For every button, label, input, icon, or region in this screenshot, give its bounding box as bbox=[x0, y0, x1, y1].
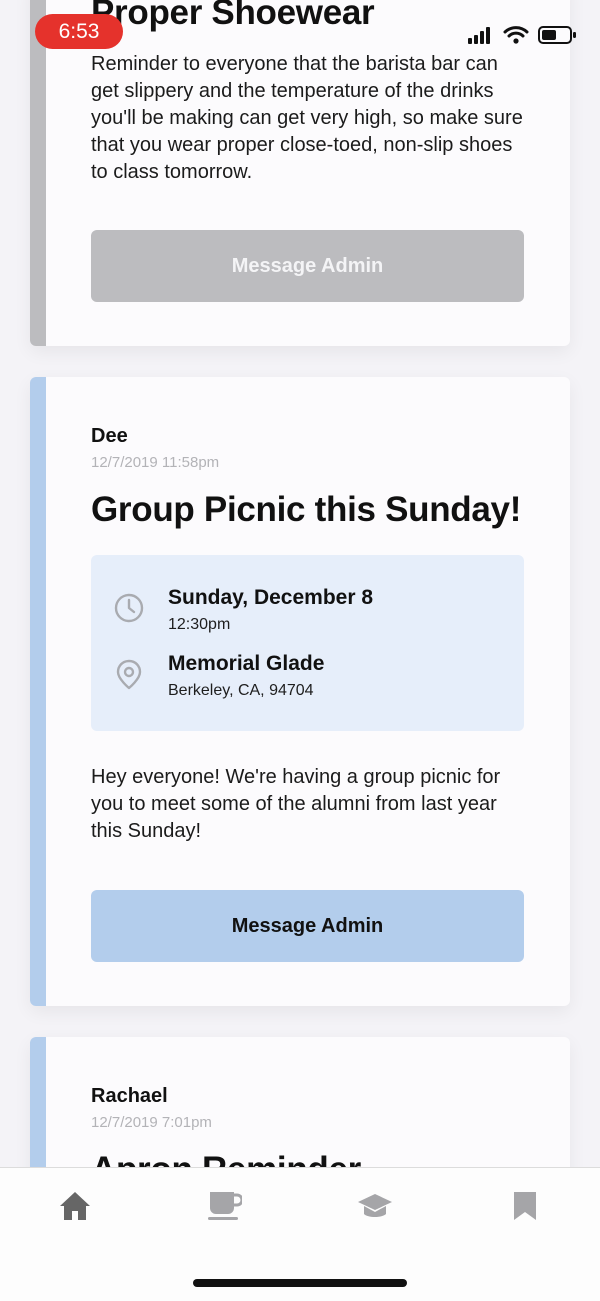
post-accent-stripe bbox=[30, 377, 46, 1006]
tab-home[interactable] bbox=[55, 1186, 95, 1226]
post-card: Proper Shoewear Reminder to everyone tha… bbox=[30, 0, 570, 346]
post-card: Dee 12/7/2019 11:58pm Group Picnic this … bbox=[30, 377, 570, 1006]
post-title: Proper Shoewear bbox=[91, 0, 375, 32]
event-location-row: Memorial Glade Berkeley, CA, 94704 bbox=[91, 652, 524, 708]
event-location-address: Berkeley, CA, 94704 bbox=[168, 682, 314, 699]
event-time: 12:30pm bbox=[168, 616, 231, 633]
post-timestamp: 12/7/2019 7:01pm bbox=[91, 1114, 212, 1131]
status-icons bbox=[468, 26, 576, 44]
tab-bookmarks[interactable] bbox=[505, 1186, 545, 1226]
wifi-icon bbox=[503, 26, 529, 44]
message-admin-button[interactable]: Message Admin bbox=[91, 890, 524, 962]
post-author: Rachael bbox=[91, 1085, 168, 1107]
status-time: 6:53 bbox=[35, 14, 123, 49]
event-details: Sunday, December 8 12:30pm Memorial Glad… bbox=[91, 555, 524, 731]
post-body: Hey everyone! We're having a group picni… bbox=[91, 766, 501, 842]
location-pin-icon bbox=[116, 659, 142, 690]
post-timestamp: 12/7/2019 11:58pm bbox=[91, 454, 220, 471]
graduation-cap-icon bbox=[358, 1194, 392, 1217]
battery-icon bbox=[538, 26, 576, 44]
bookmark-icon bbox=[514, 1192, 536, 1220]
clock-icon bbox=[114, 593, 144, 623]
event-location-name: Memorial Glade bbox=[168, 652, 325, 675]
post-body: Reminder to everyone that the barista ba… bbox=[91, 53, 523, 183]
cellular-signal-icon bbox=[468, 27, 490, 44]
home-icon bbox=[60, 1192, 90, 1220]
home-indicator bbox=[193, 1279, 407, 1287]
event-date-row: Sunday, December 8 12:30pm bbox=[91, 586, 524, 642]
coffee-icon bbox=[208, 1192, 242, 1220]
event-date: Sunday, December 8 bbox=[168, 586, 374, 609]
post-accent-stripe bbox=[30, 0, 46, 346]
tab-coffee[interactable] bbox=[204, 1186, 244, 1226]
message-admin-button[interactable]: Message Admin bbox=[91, 230, 524, 302]
post-title: Group Picnic this Sunday! bbox=[91, 490, 522, 529]
tab-education[interactable] bbox=[355, 1186, 395, 1226]
post-author: Dee bbox=[91, 425, 128, 447]
